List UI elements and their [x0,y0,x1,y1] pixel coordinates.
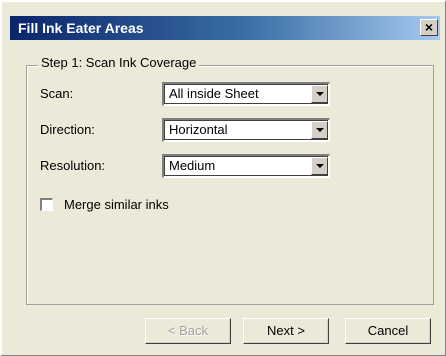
cancel-button[interactable]: Cancel [345,318,431,344]
merge-similar-inks-checkbox[interactable] [40,198,53,211]
back-button[interactable]: < Back [145,318,231,344]
resolution-label: Resolution: [40,158,106,173]
scan-label: Scan: [40,86,74,101]
resolution-dropdown-value: Medium [169,158,216,173]
next-button[interactable]: Next > [243,318,329,344]
chevron-down-icon[interactable] [311,157,328,175]
resolution-dropdown[interactable]: Medium [162,154,330,178]
close-button[interactable]: × [420,19,438,36]
direction-label: Direction: [40,122,95,137]
scan-dropdown-value: All inside Sheet [169,86,259,101]
scan-dropdown[interactable]: All inside Sheet [162,82,330,106]
direction-dropdown-value: Horizontal [169,122,228,137]
group-legend: Step 1: Scan Ink Coverage [38,55,200,70]
merge-similar-inks-label[interactable]: Merge similar inks [64,197,169,212]
close-icon: × [424,19,434,35]
dialog-title: Fill Ink Eater Areas [18,20,144,36]
dialog-window: Fill Ink Eater Areas × Step 1: Scan Ink … [0,0,446,356]
direction-dropdown[interactable]: Horizontal [162,118,330,142]
chevron-down-icon[interactable] [311,121,328,139]
chevron-down-icon[interactable] [311,85,328,103]
title-bar[interactable]: Fill Ink Eater Areas × [10,16,440,40]
